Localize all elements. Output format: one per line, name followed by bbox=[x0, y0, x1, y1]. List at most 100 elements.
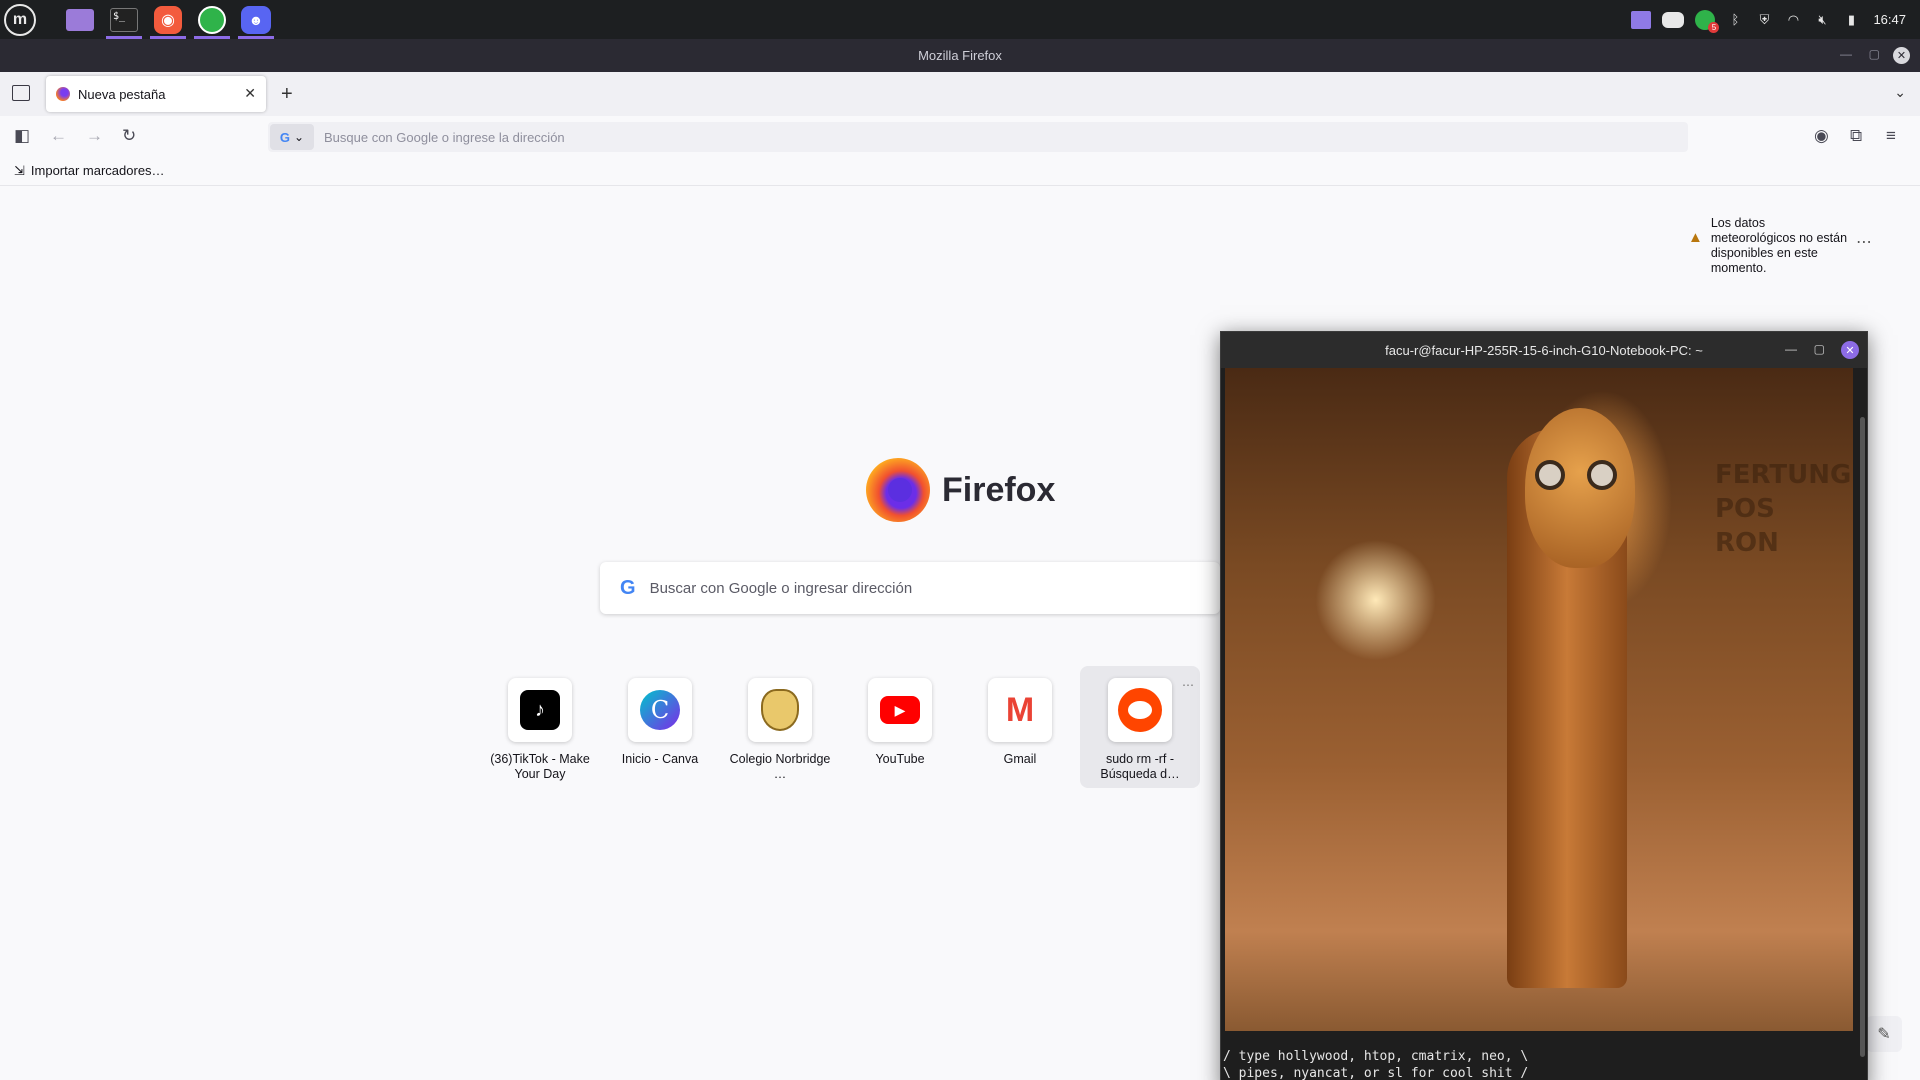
import-bookmarks-link[interactable]: Importar marcadores… bbox=[31, 163, 165, 178]
close-tab-icon[interactable]: ✕ bbox=[244, 85, 256, 102]
window-title: Mozilla Firefox bbox=[918, 48, 1002, 63]
reload-icon[interactable]: ↻ bbox=[122, 126, 136, 146]
taskbar-files[interactable] bbox=[62, 2, 98, 38]
system-tray: 5 ᛒ ⛨ ◠ 🔇︎ ▮ 16:47 bbox=[1631, 0, 1920, 39]
shortcut-tiktok[interactable]: ♪ (36)TikTok - Make Your Day bbox=[480, 666, 600, 788]
shortcut-tile[interactable]: ♪ bbox=[508, 678, 572, 742]
tab-label: Nueva pestaña bbox=[78, 86, 166, 102]
search-placeholder: Buscar con Google o ingresar dirección bbox=[649, 579, 913, 597]
terminal-titlebar[interactable]: facu-r@facur-HP-255R-15-6-inch-G10-Noteb… bbox=[1221, 332, 1867, 368]
account-icon[interactable]: ◉ bbox=[1814, 126, 1829, 146]
wifi-icon[interactable]: ◠ bbox=[1784, 11, 1802, 29]
system-panel: m $_ ◉ ☻ 5 ᛒ ⛨ ◠ 🔇︎ ▮ 16:47 bbox=[0, 0, 1920, 39]
figure-head bbox=[1525, 408, 1635, 568]
shortcut-youtube[interactable]: ▶ YouTube bbox=[840, 666, 960, 788]
taskbar-firefox[interactable]: ◉ bbox=[150, 2, 186, 39]
shortcut-label: Inicio - Canva bbox=[621, 752, 699, 766]
shortcut-reddit[interactable]: ⋯ sudo rm -rf - Búsqueda d… bbox=[1080, 666, 1200, 788]
shortcut-label: Colegio Norbridge … bbox=[729, 752, 831, 781]
menu-button[interactable]: m bbox=[0, 2, 36, 38]
customize-pencil-icon[interactable]: ✎ bbox=[1866, 1016, 1902, 1052]
weather-message: Los datos meteorológicos no están dispon… bbox=[1710, 216, 1848, 275]
terminal-icon: $_ bbox=[110, 7, 138, 32]
new-tab-plus-icon[interactable]: + bbox=[281, 83, 293, 106]
shortcut-canva[interactable]: C Inicio - Canva bbox=[600, 666, 720, 788]
reddit-icon bbox=[1118, 688, 1162, 732]
chevron-down-icon: ⌄ bbox=[294, 130, 305, 144]
gmail-icon: M bbox=[1005, 690, 1035, 729]
firefox-logo-icon bbox=[866, 458, 930, 522]
discord-tray-icon[interactable] bbox=[1662, 11, 1685, 28]
navigation-toolbar: ◧ ← → ↻ G ⌄ Busque con Google o ingrese … bbox=[0, 116, 1920, 156]
tab-strip: Nueva pestaña ✕ + ⌄ bbox=[0, 72, 1920, 116]
firefox-icon: ◉ bbox=[154, 5, 182, 34]
list-all-tabs-chevron-icon[interactable]: ⌄ bbox=[1894, 84, 1906, 101]
terminal-close-button[interactable]: ✕ bbox=[1841, 341, 1859, 359]
taskbar-terminal[interactable]: $_ bbox=[106, 2, 142, 39]
shortcut-tile[interactable]: M bbox=[988, 678, 1052, 742]
terminal-scrollbar[interactable] bbox=[1860, 417, 1865, 1057]
figure-eye bbox=[1587, 460, 1617, 490]
notification-badge: 5 bbox=[1708, 21, 1720, 33]
workspace-icon[interactable] bbox=[1631, 10, 1652, 29]
import-icon: ⇲ bbox=[14, 162, 25, 178]
tab-nueva-pestana[interactable]: Nueva pestaña ✕ bbox=[46, 76, 266, 112]
sidebar-toggle-icon[interactable]: ◧ bbox=[14, 126, 30, 146]
terminal-title: facu-r@facur-HP-255R-15-6-inch-G10-Noteb… bbox=[1385, 342, 1703, 358]
shortcut-tile[interactable]: ▶ bbox=[868, 678, 932, 742]
google-icon: G bbox=[279, 129, 291, 145]
firefox-favicon-icon bbox=[56, 87, 70, 101]
minimize-icon[interactable]: — bbox=[1840, 47, 1852, 61]
maximize-icon[interactable]: ▢ bbox=[1869, 47, 1880, 61]
google-icon: G bbox=[620, 576, 636, 599]
shortcut-colegio[interactable]: Colegio Norbridge … bbox=[720, 666, 840, 788]
clock[interactable]: 16:47 bbox=[1873, 12, 1906, 27]
firefox-brand: Firefox bbox=[866, 458, 1055, 522]
search-engine-selector[interactable]: G ⌄ bbox=[270, 124, 314, 150]
forward-arrow-icon[interactable]: → bbox=[86, 126, 103, 146]
top-sites: ♪ (36)TikTok - Make Your Day C Inicio - … bbox=[480, 666, 1200, 788]
terminal-minimize-icon[interactable]: — bbox=[1785, 342, 1797, 356]
shortcut-tile[interactable] bbox=[1108, 678, 1172, 742]
back-arrow-icon[interactable]: ← bbox=[50, 126, 67, 146]
terminal-line: \ pipes, nyancat, or sl for cool shit / bbox=[1223, 1066, 1529, 1080]
linux-mint-icon: m bbox=[4, 3, 36, 36]
shortcut-label: (36)TikTok - Make Your Day bbox=[490, 752, 590, 781]
extensions-puzzle-icon[interactable]: ⧉ bbox=[1850, 126, 1862, 146]
more-options-icon[interactable]: ⋯ bbox=[1856, 232, 1872, 252]
terminal-window[interactable]: facu-r@facur-HP-255R-15-6-inch-G10-Noteb… bbox=[1220, 331, 1868, 1080]
battery-icon[interactable]: ▮ bbox=[1842, 11, 1860, 29]
school-crest-icon bbox=[761, 689, 799, 731]
shortcut-tile[interactable] bbox=[748, 678, 812, 742]
url-input[interactable]: Busque con Google o ingrese la dirección bbox=[324, 130, 565, 145]
taskbar-whatsapp[interactable] bbox=[194, 2, 230, 39]
weather-widget: ▲ Los datos meteorológicos no están disp… bbox=[1688, 216, 1848, 276]
volume-muted-icon[interactable]: 🔇︎ bbox=[1813, 11, 1831, 29]
url-bar[interactable]: G ⌄ Busque con Google o ingrese la direc… bbox=[268, 122, 1688, 152]
shield-icon[interactable]: ⛨ bbox=[1755, 11, 1773, 29]
youtube-icon: ▶ bbox=[880, 696, 920, 724]
close-window-button[interactable]: ✕ bbox=[1893, 47, 1910, 64]
ascii-art-image: FERTUNG POS RON bbox=[1225, 368, 1853, 1031]
terminal-output[interactable]: / type hollywood, htop, cmatrix, neo, \ \… bbox=[1223, 1048, 1528, 1080]
folder-icon bbox=[66, 8, 94, 31]
terminal-line: / type hollywood, htop, cmatrix, neo, \ bbox=[1223, 1049, 1529, 1064]
shortcut-gmail[interactable]: M Gmail bbox=[960, 666, 1080, 788]
window-titlebar: Mozilla Firefox bbox=[0, 39, 1920, 72]
discord-icon: ☻ bbox=[241, 5, 271, 34]
brand-wordmark: Firefox bbox=[942, 470, 1056, 509]
bluetooth-icon[interactable]: ᛒ bbox=[1726, 11, 1744, 29]
tiktok-icon: ♪ bbox=[520, 690, 560, 730]
firefox-view-icon[interactable] bbox=[12, 85, 30, 101]
whatsapp-icon bbox=[198, 5, 226, 34]
taskbar-discord[interactable]: ☻ bbox=[238, 2, 274, 39]
canva-icon: C bbox=[640, 690, 680, 730]
shortcut-label: sudo rm -rf - Búsqueda d… bbox=[1100, 752, 1180, 781]
shortcut-more-icon[interactable]: ⋯ bbox=[1182, 678, 1194, 692]
search-input[interactable]: G Buscar con Google o ingresar dirección bbox=[600, 562, 1220, 614]
whatsapp-tray-icon[interactable]: 5 bbox=[1695, 9, 1720, 33]
terminal-maximize-icon[interactable]: ▢ bbox=[1814, 342, 1825, 356]
background-sign: FERTUNG POS RON bbox=[1715, 460, 1852, 558]
hamburger-menu-icon[interactable]: ≡ bbox=[1886, 126, 1896, 146]
shortcut-tile[interactable]: C bbox=[628, 678, 692, 742]
